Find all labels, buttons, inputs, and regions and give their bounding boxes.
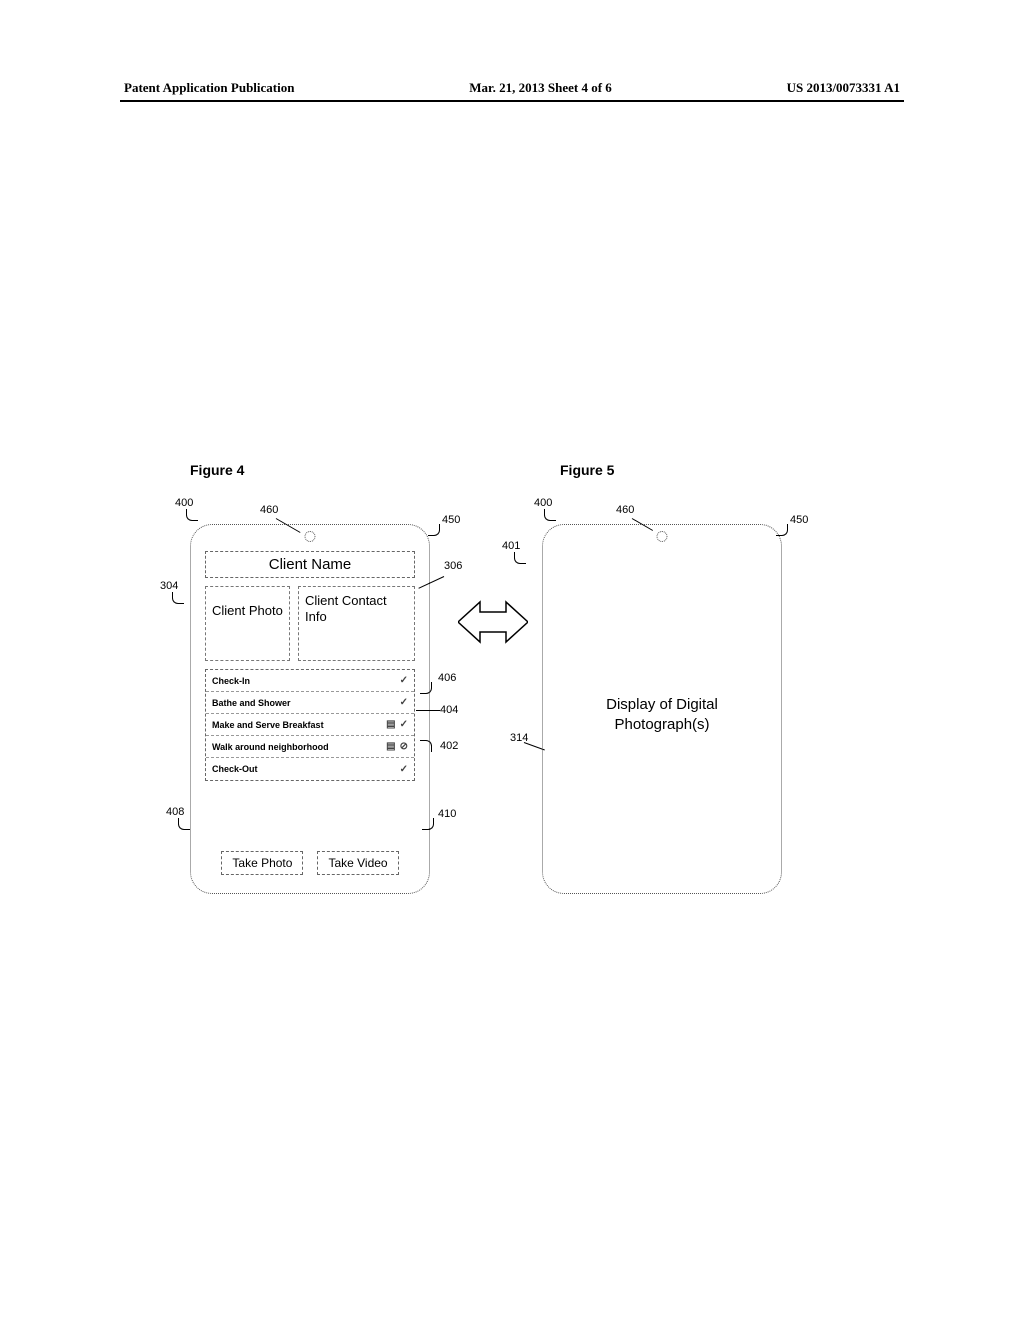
callout-401: 401 bbox=[502, 540, 520, 552]
leader-line bbox=[428, 524, 440, 536]
task-label: Bathe and Shower bbox=[212, 698, 291, 708]
callout-450: 450 bbox=[790, 514, 808, 526]
header-rule bbox=[120, 100, 904, 102]
header-right: US 2013/0073331 A1 bbox=[787, 80, 900, 96]
device-5-screen: Display of Digital Photograph(s) bbox=[557, 551, 767, 879]
task-label: Check-Out bbox=[212, 764, 258, 774]
camera-icon bbox=[305, 531, 316, 542]
callout-400: 400 bbox=[175, 497, 193, 509]
leader-line bbox=[422, 818, 434, 830]
leader-line bbox=[420, 740, 432, 752]
task-row[interactable]: Bathe and Shower ✓ bbox=[206, 692, 414, 714]
callout-400: 400 bbox=[534, 497, 552, 509]
callout-408: 408 bbox=[166, 806, 184, 818]
page-header: Patent Application Publication Mar. 21, … bbox=[120, 80, 904, 100]
patent-page: Patent Application Publication Mar. 21, … bbox=[120, 80, 904, 1240]
figure-4-title: Figure 4 bbox=[190, 462, 244, 478]
callout-404: 404 bbox=[440, 704, 458, 716]
device-figure-4: Client Name Client Photo Client Contact … bbox=[190, 524, 430, 894]
leader-line bbox=[416, 710, 440, 711]
check-icon: ✓ bbox=[400, 697, 408, 708]
note-icon: ▤ bbox=[386, 741, 395, 752]
task-status-icons: ▤✓ bbox=[386, 719, 408, 730]
callout-460: 460 bbox=[616, 504, 634, 516]
double-arrow-icon bbox=[458, 594, 528, 650]
check-icon: ✓ bbox=[400, 675, 408, 686]
task-status-icons: ✓ bbox=[400, 675, 408, 686]
header-center: Mar. 21, 2013 Sheet 4 of 6 bbox=[469, 80, 612, 96]
button-row: Take Photo Take Video bbox=[205, 851, 415, 875]
task-row[interactable]: Walk around neighborhood ▤⊘ bbox=[206, 736, 414, 758]
figures-area: Figure 4 Figure 5 Client Name Client Pho… bbox=[120, 142, 904, 742]
client-contact-box: Client Contact Info bbox=[298, 586, 415, 661]
task-status-icons: ✓ bbox=[400, 764, 408, 775]
cancel-icon: ⊘ bbox=[400, 741, 408, 752]
take-video-button[interactable]: Take Video bbox=[317, 851, 398, 875]
task-label: Walk around neighborhood bbox=[212, 742, 329, 752]
client-name-field: Client Name bbox=[205, 551, 415, 578]
callout-450: 450 bbox=[442, 514, 460, 526]
camera-icon bbox=[657, 531, 668, 542]
task-label: Check-In bbox=[212, 676, 250, 686]
task-row[interactable]: Make and Serve Breakfast ▤✓ bbox=[206, 714, 414, 736]
task-list: Check-In ✓ Bathe and Shower ✓ Make and S… bbox=[205, 669, 415, 781]
callout-406: 406 bbox=[438, 672, 456, 684]
take-photo-button[interactable]: Take Photo bbox=[221, 851, 303, 875]
callout-304: 304 bbox=[160, 580, 178, 592]
callout-410: 410 bbox=[438, 808, 456, 820]
note-icon: ▤ bbox=[386, 719, 395, 730]
leader-line bbox=[420, 682, 432, 694]
task-label: Make and Serve Breakfast bbox=[212, 720, 324, 730]
leader-line bbox=[178, 818, 190, 830]
leader-line bbox=[514, 552, 526, 564]
leader-line bbox=[776, 524, 788, 536]
task-row[interactable]: Check-Out ✓ bbox=[206, 758, 414, 780]
callout-402: 402 bbox=[440, 740, 458, 752]
header-left: Patent Application Publication bbox=[124, 80, 294, 96]
device-4-screen: Client Name Client Photo Client Contact … bbox=[205, 551, 415, 879]
photo-display-label: Display of Digital Photograph(s) bbox=[557, 695, 767, 736]
task-status-icons: ▤⊘ bbox=[386, 741, 408, 752]
check-icon: ✓ bbox=[400, 764, 408, 775]
device-figure-5: Display of Digital Photograph(s) bbox=[542, 524, 782, 894]
task-row[interactable]: Check-In ✓ bbox=[206, 670, 414, 692]
leader-line bbox=[186, 509, 198, 521]
leader-line bbox=[172, 592, 184, 604]
figure-5-title: Figure 5 bbox=[560, 462, 614, 478]
client-row: Client Photo Client Contact Info bbox=[205, 586, 415, 661]
client-photo-box: Client Photo bbox=[205, 586, 290, 661]
check-icon: ✓ bbox=[400, 719, 408, 730]
callout-306: 306 bbox=[444, 560, 462, 572]
task-status-icons: ✓ bbox=[400, 697, 408, 708]
callout-460: 460 bbox=[260, 504, 278, 516]
leader-line bbox=[544, 509, 556, 521]
